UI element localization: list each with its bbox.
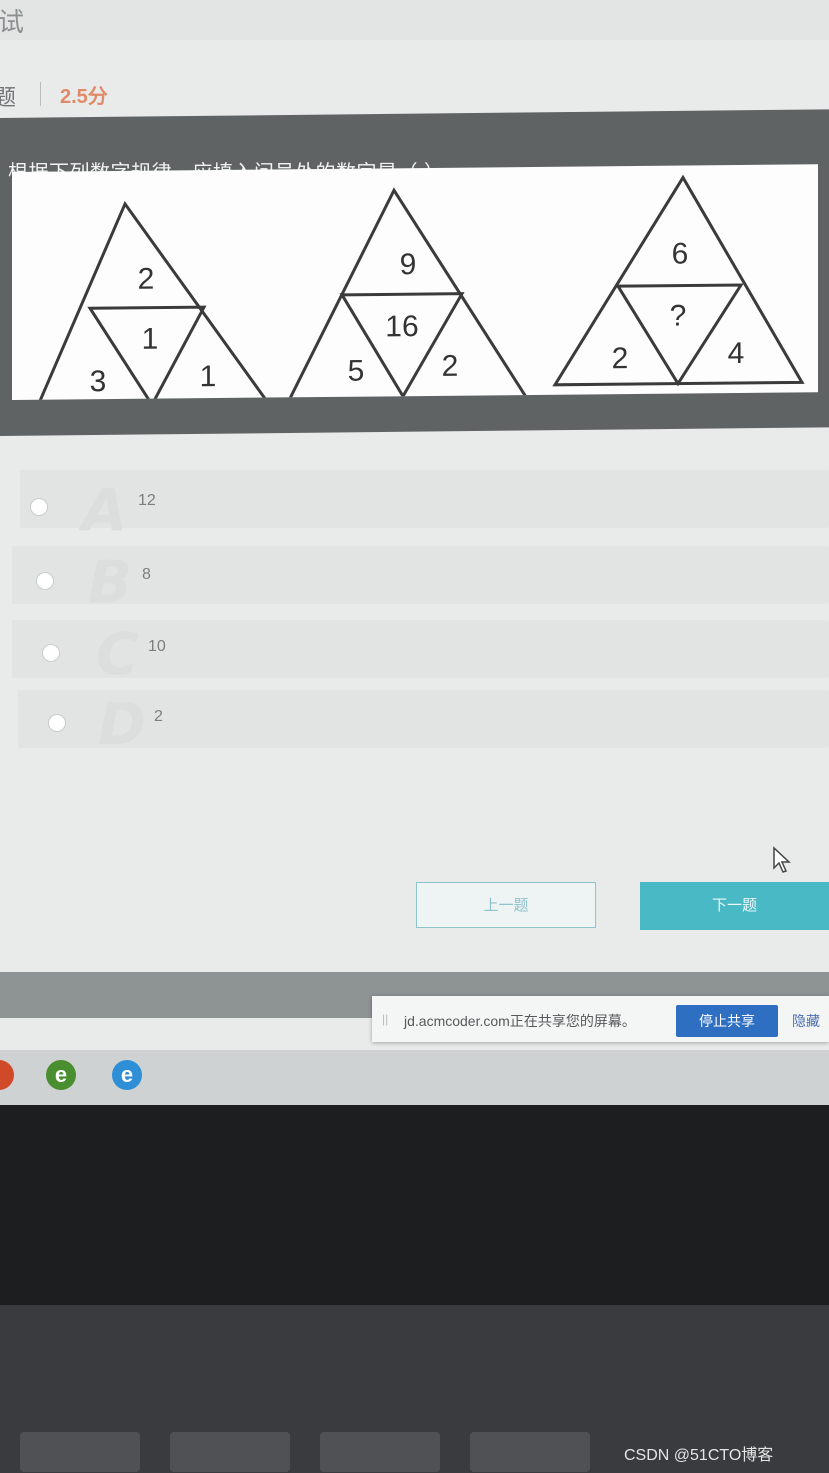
option-c[interactable]: C 10 bbox=[12, 620, 829, 688]
keyboard-key bbox=[320, 1432, 440, 1472]
tri3-right: 4 bbox=[728, 337, 745, 370]
option-a-letter: A bbox=[82, 476, 127, 544]
option-a-radio[interactable] bbox=[30, 498, 48, 516]
tri3-top: 6 bbox=[672, 238, 689, 271]
hide-link[interactable]: 隐藏 bbox=[792, 1011, 820, 1031]
tri2-left: 5 bbox=[348, 355, 365, 388]
drag-handle-icon[interactable]: || bbox=[382, 1012, 388, 1026]
stop-sharing-button[interactable]: 停止共享 bbox=[676, 1005, 778, 1037]
prev-question-button[interactable]: 上一题 bbox=[416, 882, 596, 928]
question-type-label: 题 bbox=[0, 85, 17, 110]
ie-browser-icon[interactable]: e bbox=[46, 1060, 76, 1090]
option-d[interactable]: D 2 bbox=[18, 690, 829, 758]
taskbar: e e bbox=[0, 1050, 829, 1105]
divider bbox=[40, 82, 41, 106]
tri3-left: 2 bbox=[612, 342, 629, 375]
option-b-value: 8 bbox=[142, 566, 151, 583]
tri1-right: 1 bbox=[200, 360, 217, 393]
keyboard-key bbox=[20, 1432, 140, 1472]
option-b-letter: B bbox=[88, 548, 133, 616]
option-b[interactable]: B 8 bbox=[12, 546, 829, 616]
tri2-center: 16 bbox=[385, 310, 418, 343]
screen-share-bar: || jd.acmcoder.com正在共享您的屏幕。 停止共享 隐藏 bbox=[372, 996, 829, 1042]
option-d-radio[interactable] bbox=[48, 714, 66, 732]
watermark: CSDN @51CTO博客 bbox=[624, 1447, 774, 1464]
tri2-top: 9 bbox=[400, 248, 417, 281]
laptop-bezel bbox=[0, 1105, 829, 1305]
keyboard-key bbox=[170, 1432, 290, 1472]
question-figure: 2 1 3 1 9 16 5 2 6 ? 2 4 bbox=[12, 164, 818, 400]
tri2-right: 2 bbox=[442, 350, 459, 383]
exam-title: 试 bbox=[0, 7, 25, 37]
mouse-cursor-icon bbox=[772, 846, 792, 879]
option-c-value: 10 bbox=[148, 638, 166, 655]
tri3-center: ? bbox=[670, 300, 687, 333]
next-question-button[interactable]: 下一题 bbox=[640, 882, 829, 930]
triangle-puzzle-figure: 2 1 3 1 9 16 5 2 6 ? 2 4 bbox=[34, 174, 805, 400]
option-c-letter: C bbox=[96, 620, 139, 688]
option-a-value: 12 bbox=[138, 492, 156, 509]
keyboard-key bbox=[470, 1432, 590, 1472]
app-icon[interactable] bbox=[0, 1060, 14, 1090]
option-d-letter: D bbox=[98, 690, 147, 758]
share-message: jd.acmcoder.com正在共享您的屏幕。 bbox=[404, 1013, 636, 1029]
tri1-top: 2 bbox=[138, 263, 155, 296]
option-b-radio[interactable] bbox=[36, 572, 54, 590]
tri1-center: 1 bbox=[142, 323, 159, 356]
edge-browser-icon[interactable]: e bbox=[112, 1060, 142, 1090]
question-score: 2.5分 bbox=[60, 86, 108, 108]
top-bar: 试 bbox=[0, 0, 829, 40]
option-c-radio[interactable] bbox=[42, 644, 60, 662]
tri1-left: 3 bbox=[90, 365, 107, 398]
browser-screen: 试 题 2.5分 根据下列数字规律，应填入问号处的数字是（ ）。 2 1 3 1… bbox=[0, 0, 829, 1105]
option-d-value: 2 bbox=[154, 708, 163, 725]
option-a[interactable]: A 12 bbox=[20, 470, 829, 544]
